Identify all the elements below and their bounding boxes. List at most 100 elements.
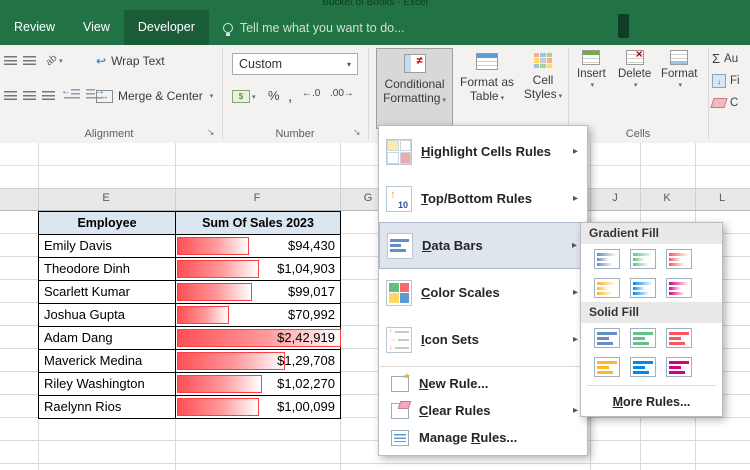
tab-view[interactable]: View (69, 10, 124, 45)
menu-item-clear-rules[interactable]: Clear Rules ▸ (379, 397, 587, 424)
menu-item-top-bottom-rules[interactable]: ↑10 Top/Bottom Rules ▸ (379, 175, 587, 222)
lightbulb-icon (223, 23, 233, 33)
solid-blue-databar-option[interactable] (594, 328, 620, 348)
sales-cell[interactable]: $2,42,919 (176, 327, 341, 350)
comma-style-button[interactable]: , (288, 88, 292, 105)
group-divider (222, 48, 223, 140)
menu-item-data-bars[interactable]: Data Bars ▸ (379, 222, 587, 269)
increase-decimal-button[interactable]: ←.0 (302, 88, 320, 99)
align-left-icon[interactable] (4, 89, 17, 103)
gradient-fill-row (581, 244, 722, 273)
fill-down-icon: ↓ (712, 74, 726, 88)
tell-me-search[interactable]: Tell me what you want to do... (223, 21, 405, 35)
orientation-icon[interactable]: ab▾ (46, 52, 63, 66)
sales-value: $94,430 (288, 235, 340, 257)
clear-button[interactable]: C (712, 97, 738, 109)
align-right-icon[interactable] (42, 89, 55, 103)
solid-orange-databar-option[interactable] (594, 357, 620, 377)
conditional-formatting-button[interactable]: Conditional Formatting▾ (376, 48, 453, 129)
gradient-lightblue-databar-option[interactable] (630, 278, 656, 298)
menu-item-manage-rules[interactable]: Manage Rules... (379, 424, 587, 451)
employee-cell[interactable]: Joshua Gupta (39, 304, 176, 327)
sales-cell[interactable]: $99,017 (176, 281, 341, 304)
menu-item-new-rule[interactable]: New Rule... (379, 370, 587, 397)
tab-developer[interactable]: Developer (124, 10, 209, 45)
conditional-formatting-label-2: Formatting (383, 91, 440, 105)
tab-review[interactable]: Review (0, 10, 69, 45)
sales-header-cell[interactable]: Sum Of Sales 2023 (176, 212, 341, 235)
sales-cell[interactable]: $1,02,270 (176, 373, 341, 396)
merge-center-button[interactable]: ↔ Merge & Center ▾ (96, 89, 213, 103)
row-divider (0, 165, 750, 166)
alignment-dialog-launcher-icon[interactable]: ↘ (207, 127, 215, 138)
submenu-arrow-icon: ▸ (573, 193, 578, 204)
number-format-dropdown[interactable]: Custom ▾ (232, 53, 358, 75)
gradient-green-databar-option[interactable] (630, 249, 656, 269)
insert-label: Insert (577, 68, 606, 81)
sales-cell[interactable]: $70,992 (176, 304, 341, 327)
chevron-down-icon: ▾ (591, 81, 595, 89)
sales-cell[interactable]: $1,00,099 (176, 396, 341, 419)
column-header-j[interactable]: J (612, 192, 618, 204)
sales-cell[interactable]: $94,430 (176, 235, 341, 258)
conditional-formatting-label-1: Conditional (384, 77, 444, 91)
column-header-l[interactable]: L (719, 192, 725, 204)
solid-purple-databar-option[interactable] (666, 357, 692, 377)
menu-item-color-scales[interactable]: Color Scales ▸ (379, 269, 587, 316)
column-header-g[interactable]: G (364, 192, 373, 204)
ribbon: ab▾ ← → ↩ Wrap Text ↔ Merge & Center ▾ A… (0, 45, 750, 144)
solid-lightblue-databar-option[interactable] (630, 357, 656, 377)
align-center-icon[interactable] (23, 89, 36, 103)
align-middle-icon[interactable] (23, 54, 36, 68)
sales-cell[interactable]: $1,29,708 (176, 350, 341, 373)
gradient-blue-databar-option[interactable] (594, 249, 620, 269)
number-dialog-launcher-icon[interactable]: ↘ (353, 127, 361, 138)
submenu-arrow-icon: ▸ (572, 240, 577, 251)
menu-item-icon-sets[interactable]: ↑ → ↓ Icon Sets ▸ (379, 316, 587, 363)
align-top-icon[interactable] (4, 54, 17, 68)
employee-cell[interactable]: Scarlett Kumar (39, 281, 176, 304)
employee-header-cell[interactable]: Employee (39, 212, 176, 235)
solid-green-databar-option[interactable] (630, 328, 656, 348)
titlebar-icon[interactable] (618, 14, 629, 38)
tell-me-placeholder: Tell me what you want to do... (240, 21, 405, 35)
more-rules-item[interactable]: More Rules... (581, 390, 722, 414)
conditional-formatting-icon (404, 54, 426, 73)
menu-item-highlight-cells-rules[interactable]: Highlight Cells Rules ▸ (379, 128, 587, 175)
column-header-e[interactable]: E (102, 192, 109, 204)
column-header-k[interactable]: K (663, 192, 670, 204)
data-bar (177, 352, 285, 370)
sales-cell[interactable]: $1,04,903 (176, 258, 341, 281)
table-row: Maverick Medina $1,29,708 (39, 350, 341, 373)
delete-cells-button[interactable]: Delete ▾ (618, 50, 651, 89)
data-bar (177, 306, 229, 324)
format-cells-icon (670, 50, 688, 65)
cells-group-label: Cells (568, 128, 708, 140)
gradient-red-databar-option[interactable] (666, 249, 692, 269)
solid-red-databar-option[interactable] (666, 328, 692, 348)
employee-cell[interactable]: Raelynn Rios (39, 396, 176, 419)
column-header-f[interactable]: F (254, 192, 261, 204)
gradient-orange-databar-option[interactable] (594, 278, 620, 298)
accounting-format-button[interactable]: $▾ (232, 88, 256, 103)
employee-cell[interactable]: Emily Davis (39, 235, 176, 258)
delete-cells-icon (626, 50, 644, 65)
employee-cell[interactable]: Theodore Dinh (39, 258, 176, 281)
insert-cells-button[interactable]: Insert ▾ (577, 50, 606, 89)
decrease-decimal-button[interactable]: .00→ (330, 88, 354, 99)
submenu-arrow-icon: ▸ (573, 146, 578, 157)
fill-button[interactable]: ↓ Fi (712, 74, 740, 88)
format-as-table-button[interactable]: Format as Table▾ (459, 48, 515, 129)
decrease-indent-icon[interactable]: ← (64, 89, 80, 100)
gradient-purple-databar-option[interactable] (666, 278, 692, 298)
employee-cell[interactable]: Maverick Medina (39, 350, 176, 373)
employee-cell[interactable]: Riley Washington (39, 373, 176, 396)
employee-cell[interactable]: Adam Dang (39, 327, 176, 350)
autosum-button[interactable]: Σ Au (712, 51, 738, 66)
group-divider (708, 48, 709, 140)
column-header-row[interactable]: E F G J K L (0, 188, 750, 211)
format-cells-button[interactable]: Format ▾ (661, 50, 697, 89)
wrap-text-button[interactable]: ↩ Wrap Text (96, 54, 165, 68)
cell-styles-button[interactable]: Cell Styles▾ (519, 48, 567, 129)
percent-style-button[interactable]: % (268, 88, 280, 103)
